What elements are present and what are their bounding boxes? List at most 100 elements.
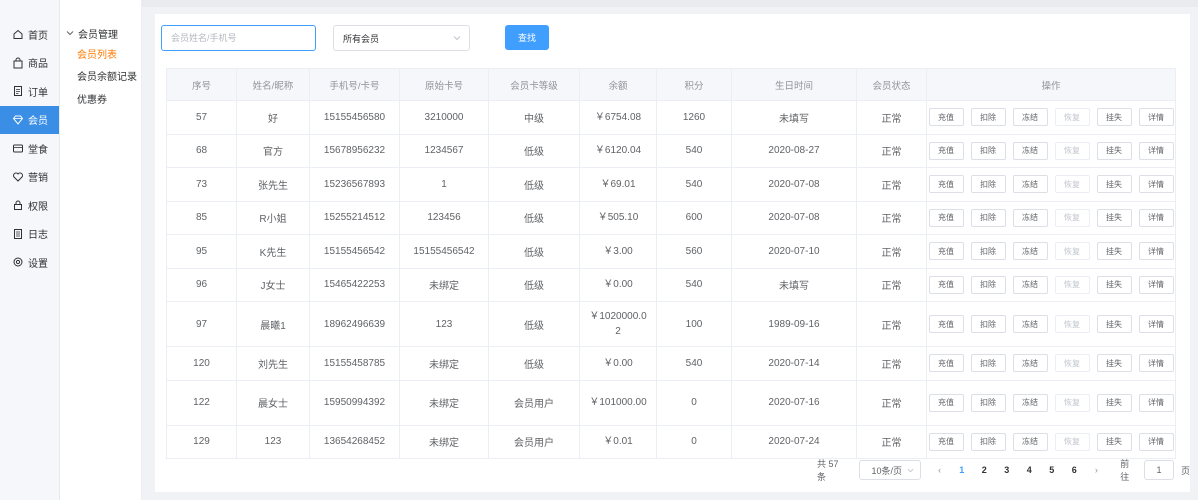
action-button[interactable]: 充值 [928, 354, 964, 373]
prev-page-button[interactable]: ‹ [931, 465, 949, 475]
table-cell: 正常 [856, 346, 927, 381]
action-button[interactable]: 挂失 [1096, 432, 1132, 451]
action-button[interactable]: 详情 [1138, 175, 1174, 194]
action-button[interactable]: 扣除 [970, 242, 1006, 261]
goto-page-input[interactable] [1144, 460, 1174, 480]
sidebar-item-5[interactable]: 营销 [0, 163, 59, 192]
subnav-item-0[interactable]: 会员列表 [60, 42, 141, 65]
page-number[interactable]: 6 [1063, 465, 1086, 475]
table-cell: 2020-07-16 [731, 379, 857, 426]
action-button[interactable]: 充值 [928, 242, 964, 261]
action-button[interactable]: 详情 [1138, 432, 1174, 451]
table-cell: 120 [166, 346, 237, 381]
action-button[interactable]: 充值 [928, 275, 964, 294]
action-button[interactable]: 扣除 [970, 393, 1006, 412]
action-button[interactable]: 详情 [1138, 242, 1174, 261]
action-button[interactable]: 挂失 [1096, 175, 1132, 194]
page-number[interactable]: 2 [973, 465, 996, 475]
table-cell: 540 [656, 167, 732, 202]
action-button[interactable]: 挂失 [1096, 315, 1132, 333]
main-panel: 所有会员 查找 序号姓名/昵称手机号/卡号原始卡号会员卡等级余额积分生日时间会员… [155, 14, 1190, 492]
table-cell: R小姐 [236, 200, 310, 235]
sidebar-item-7[interactable]: 日志 [0, 220, 59, 249]
action-button[interactable]: 扣除 [970, 354, 1006, 373]
action-button[interactable]: 冻结 [1012, 315, 1048, 333]
action-button[interactable]: 冻结 [1012, 108, 1048, 127]
page-number[interactable]: 3 [996, 465, 1019, 475]
action-button[interactable]: 充值 [928, 432, 964, 451]
table-cell: 123456 [399, 200, 489, 235]
search-button[interactable]: 查找 [505, 25, 549, 50]
action-button[interactable]: 冻结 [1012, 141, 1048, 160]
action-button[interactable]: 充值 [928, 393, 964, 412]
subnav-group-header[interactable]: 会员管理 [60, 26, 141, 41]
action-button[interactable]: 挂失 [1096, 108, 1132, 127]
subnav-item-2[interactable]: 优惠券 [60, 87, 141, 110]
table-cell: 15465422253 [309, 267, 400, 302]
log-icon [12, 228, 24, 240]
action-button[interactable]: 挂失 [1096, 242, 1132, 261]
action-button[interactable]: 冻结 [1012, 175, 1048, 194]
action-cell: 充值 扣除 冻结 恢复 挂失 详情 [926, 424, 1176, 459]
sidebar-item-2[interactable]: 订单 [0, 77, 59, 106]
action-button[interactable]: 扣除 [970, 175, 1006, 194]
action-cell: 充值 扣除 冻结 恢复 挂失 详情 [926, 379, 1176, 426]
table-cell: 15236567893 [309, 167, 400, 202]
action-button[interactable]: 冻结 [1012, 242, 1048, 261]
action-button[interactable]: 详情 [1138, 208, 1174, 227]
action-button[interactable]: 详情 [1138, 108, 1174, 127]
subnav-item-1[interactable]: 会员余额记录 [60, 65, 141, 88]
page-number[interactable]: 4 [1018, 465, 1041, 475]
page-number[interactable]: 5 [1041, 465, 1064, 475]
action-button[interactable]: 充值 [928, 141, 964, 160]
next-page-button[interactable]: › [1088, 465, 1106, 475]
action-button[interactable]: 充值 [928, 315, 964, 333]
sidebar-item-8[interactable]: 设置 [0, 248, 59, 277]
action-button[interactable]: 冻结 [1012, 275, 1048, 294]
action-button[interactable]: 扣除 [970, 315, 1006, 333]
column-header: 序号 [166, 68, 237, 101]
action-button[interactable]: 充值 [928, 208, 964, 227]
search-input[interactable] [161, 25, 316, 51]
table-cell: ￥0.01 [579, 424, 657, 459]
action-button[interactable]: 冻结 [1012, 354, 1048, 373]
action-button[interactable]: 挂失 [1096, 393, 1132, 412]
action-button[interactable]: 扣除 [970, 432, 1006, 451]
action-button[interactable]: 扣除 [970, 208, 1006, 227]
table-cell: 95 [166, 234, 237, 269]
sidebar-item-3[interactable]: 会员 [0, 105, 59, 134]
action-button: 恢复 [1054, 141, 1090, 160]
column-header: 会员状态 [856, 68, 927, 101]
action-button[interactable]: 扣除 [970, 275, 1006, 294]
action-button[interactable]: 详情 [1138, 393, 1174, 412]
action-button[interactable]: 扣除 [970, 108, 1006, 127]
action-button[interactable]: 充值 [928, 108, 964, 127]
action-button[interactable]: 挂失 [1096, 275, 1132, 294]
page-size-select[interactable]: 10条/页 [858, 460, 921, 480]
sidebar-item-4[interactable]: 堂食 [0, 134, 59, 163]
action-button[interactable]: 详情 [1138, 354, 1174, 373]
action-button[interactable]: 充值 [928, 175, 964, 194]
top-bar [142, 0, 1198, 7]
action-button[interactable]: 挂失 [1096, 354, 1132, 373]
action-button[interactable]: 扣除 [970, 141, 1006, 160]
action-button[interactable]: 详情 [1138, 141, 1174, 160]
sidebar-item-0[interactable]: 首页 [0, 20, 59, 49]
page-number[interactable]: 1 [951, 465, 974, 475]
column-header: 原始卡号 [399, 68, 489, 101]
action-button[interactable]: 挂失 [1096, 208, 1132, 227]
table-cell: 刘先生 [236, 346, 310, 381]
table-cell: 低级 [488, 167, 580, 202]
action-button[interactable]: 冻结 [1012, 393, 1048, 412]
sidebar: 首页 商品 订单 会员 堂食 营销 权限 日志 设置 [0, 0, 60, 500]
member-filter-select[interactable]: 所有会员 [333, 25, 470, 51]
action-button[interactable]: 冻结 [1012, 208, 1048, 227]
action-button[interactable]: 详情 [1138, 275, 1174, 294]
lock-icon [12, 199, 24, 211]
table-cell: 2020-07-24 [731, 424, 857, 459]
sidebar-item-6[interactable]: 权限 [0, 191, 59, 220]
action-button[interactable]: 冻结 [1012, 432, 1048, 451]
action-button[interactable]: 详情 [1138, 315, 1174, 333]
sidebar-item-1[interactable]: 商品 [0, 49, 59, 78]
action-button[interactable]: 挂失 [1096, 141, 1132, 160]
